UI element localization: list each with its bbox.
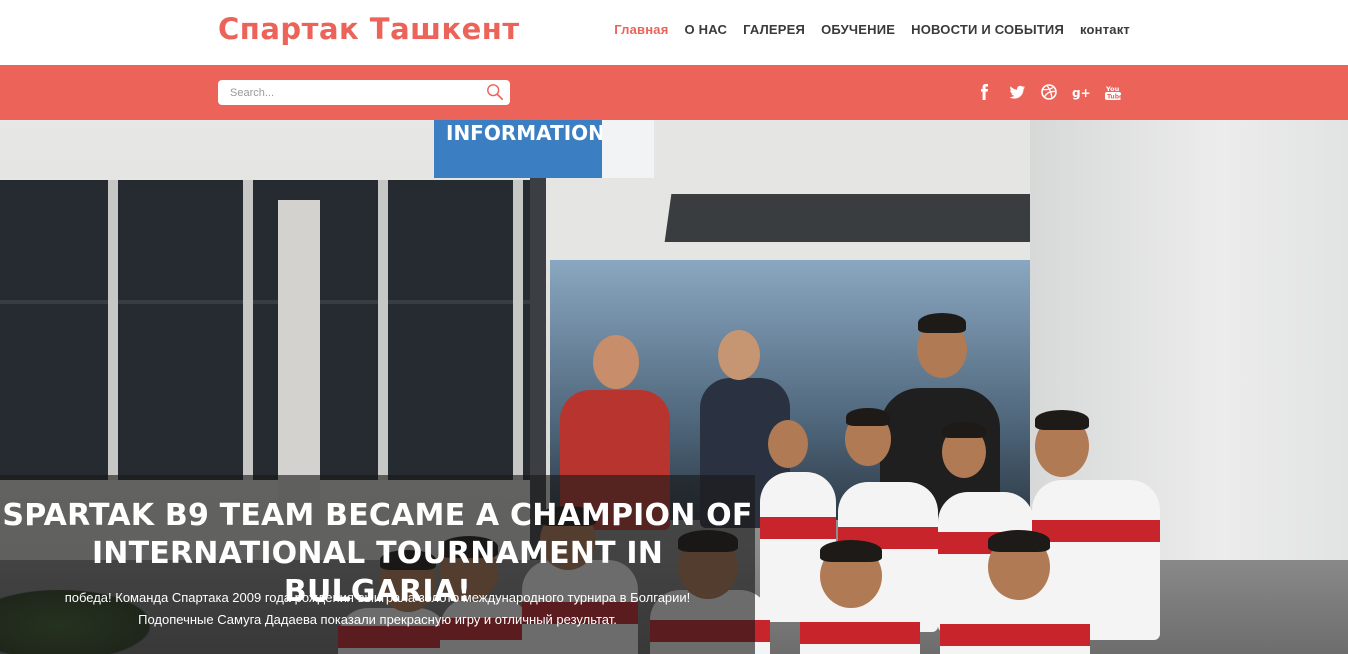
search-icon[interactable] — [486, 83, 504, 101]
toolbar: g+ YouTube — [0, 65, 1348, 120]
svg-text:You: You — [1105, 85, 1120, 93]
information-sign-text: INFORMATION — [446, 121, 605, 145]
nav-training[interactable]: ОБУЧЕНИЕ — [813, 22, 903, 38]
nav-gallery[interactable]: ГАЛЕРЕЯ — [735, 22, 813, 38]
hero-slide: INFORMATION SPARTAK B9 TEAM BECAME A CHA… — [0, 120, 1348, 654]
nav-news[interactable]: НОВОСТИ И СОБЫТИЯ — [903, 22, 1072, 38]
social-links: g+ You Tube — [976, 83, 1123, 101]
svg-text:Tube: Tube — [1107, 94, 1122, 101]
hero-text: победа! Команда Спартака 2009 года рожде… — [0, 587, 755, 631]
search-box — [218, 80, 510, 105]
hero-text-line-2: Подопечные Самуга Дадаева показали прекр… — [138, 612, 617, 627]
nav-contact[interactable]: контакт — [1072, 22, 1130, 38]
hero-title-line-1: SPARTAK B9 TEAM BECAME A CHAMPION OF — [2, 498, 753, 533]
facebook-icon[interactable] — [976, 83, 994, 101]
twitter-icon[interactable] — [1008, 83, 1026, 101]
nav-home[interactable]: Главная — [606, 22, 676, 38]
google-plus-icon[interactable]: g+ — [1072, 83, 1091, 101]
site-logo[interactable]: Спартак Ташкент — [218, 12, 520, 46]
site-header: Спартак Ташкент Главная О НАС ГАЛЕРЕЯ ОБ… — [0, 0, 1348, 65]
dribbble-icon[interactable] — [1040, 83, 1058, 101]
hero-text-line-1: победа! Команда Спартака 2009 года рожде… — [64, 590, 691, 605]
search-input[interactable] — [218, 80, 473, 105]
main-nav: Главная О НАС ГАЛЕРЕЯ ОБУЧЕНИЕ НОВОСТИ И… — [606, 22, 1130, 38]
svg-text:g+: g+ — [1072, 86, 1090, 100]
hero-caption: SPARTAK B9 TEAM BECAME A CHAMPION OF INT… — [0, 475, 755, 654]
nav-about[interactable]: О НАС — [677, 22, 736, 38]
youtube-icon[interactable]: You Tube — [1104, 83, 1123, 101]
